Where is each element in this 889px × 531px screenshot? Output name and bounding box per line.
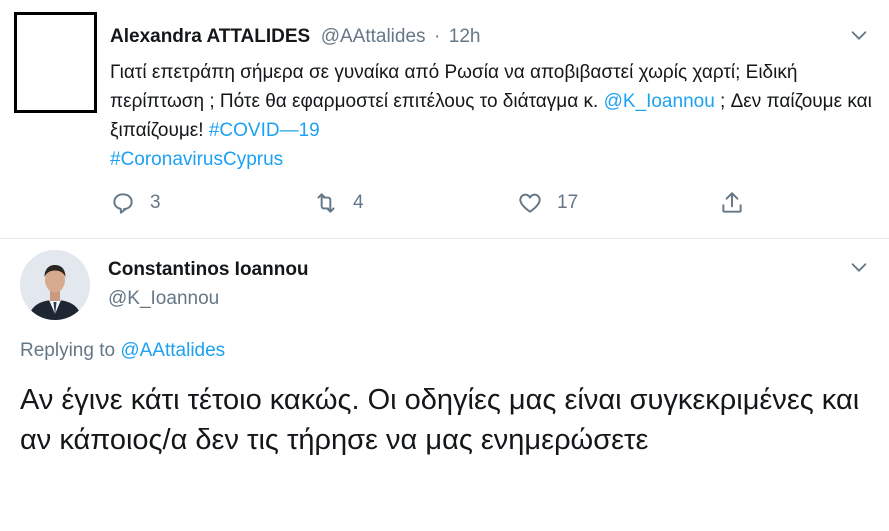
hashtag-coronaviruscyprus-link[interactable]: #CoronavirusCyprus [110, 149, 283, 170]
like-button[interactable]: 17 [517, 190, 578, 216]
author-handle[interactable]: @AAttalides [321, 26, 426, 47]
retweet-button[interactable]: 4 [313, 190, 364, 216]
hashtag-covid-link[interactable]: #COVID—19 [209, 120, 320, 141]
author-name[interactable]: Alexandra ATTALIDES [110, 26, 310, 47]
tweet-text: Γιατί επετράπη σήμερα σε γυναίκα από Ρωσ… [110, 58, 880, 174]
tweet-text-2: Αν έγινε κάτι τέτοιο κακώς. Οι οδηγίες μ… [20, 384, 860, 456]
share-icon [722, 192, 742, 213]
replying-prefix: Replying to [20, 340, 121, 361]
chevron-down-icon[interactable] [848, 256, 870, 283]
reply-icon [113, 193, 133, 214]
retweet-count: 4 [353, 192, 364, 213]
separator-dot: · [433, 26, 441, 47]
avatar-photo [20, 250, 90, 320]
reply-button[interactable]: 3 [110, 190, 161, 216]
author-name-2[interactable]: Constantinos Ioannou [108, 259, 309, 281]
share-button[interactable] [719, 190, 759, 216]
author-handle-2[interactable]: @K_Ioannou [108, 288, 219, 310]
tweet-header: Alexandra ATTALIDES @AAttalides · 12h [110, 26, 480, 48]
replying-to-link[interactable]: @AAttalides [120, 340, 225, 361]
avatar-redacted[interactable] [14, 12, 97, 113]
like-icon [519, 193, 541, 213]
avatar[interactable] [20, 250, 90, 320]
replying-to: Replying to @AAttalides [20, 340, 225, 362]
retweet-icon [317, 193, 335, 213]
like-count: 17 [557, 192, 579, 213]
chevron-down-icon[interactable] [848, 24, 870, 51]
mention-link[interactable]: @K_Ioannou [604, 91, 715, 112]
tweet-time[interactable]: 12h [449, 26, 481, 47]
tweet-card-attalides[interactable]: Alexandra ATTALIDES @AAttalides · 12h Γι… [0, 0, 889, 239]
reply-count: 3 [150, 192, 161, 213]
